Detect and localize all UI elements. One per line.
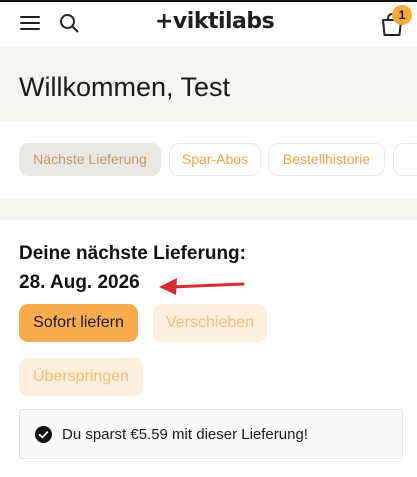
next-delivery-heading: Deine nächste Lieferung: [19, 243, 246, 264]
postpone-button[interactable]: Verschieben [153, 304, 267, 342]
savings-notice: Du sparst €5.59 mit dieser Lieferung! [19, 409, 403, 459]
menu-icon[interactable] [20, 14, 42, 32]
brand-logo[interactable]: +viktilabs [155, 9, 275, 34]
search-icon[interactable] [58, 12, 80, 34]
next-delivery-date: 28. Aug. 2026 [19, 272, 140, 293]
skip-button[interactable]: Überspringen [19, 358, 143, 396]
top-bar: +viktilabs 1 [0, 0, 417, 46]
annotation-arrow-icon [159, 278, 245, 295]
tab-subscriptions[interactable]: Spar-Abos [169, 143, 261, 176]
account-tabs: Nächste Lieferung Spar-Abos Bestellhisto… [0, 122, 417, 198]
check-circle-icon [35, 426, 52, 443]
top-border [0, 0, 417, 2]
tab-more[interactable] [393, 143, 417, 176]
welcome-section: Willkommen, Test [0, 46, 417, 122]
tab-order-history[interactable]: Bestellhistorie [268, 143, 385, 176]
tab-next-delivery[interactable]: Nächste Lieferung [19, 143, 161, 176]
deliver-now-button[interactable]: Sofort liefern [19, 304, 138, 342]
page-title: Willkommen, Test [19, 72, 231, 102]
cart-count-badge: 1 [392, 5, 412, 25]
savings-message: Du sparst €5.59 mit dieser Lieferung! [62, 426, 308, 443]
section-divider [0, 198, 417, 220]
